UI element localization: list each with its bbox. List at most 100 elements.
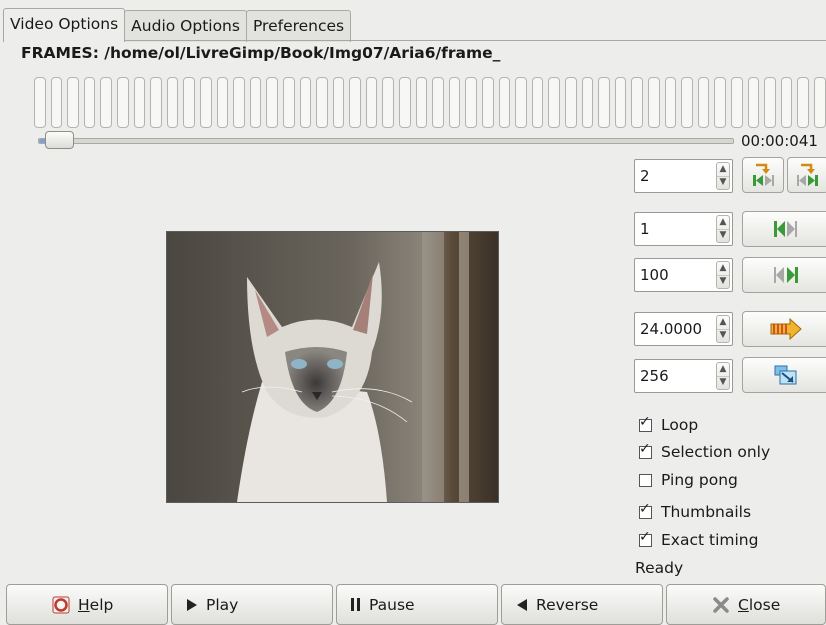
- go-last-frame-button[interactable]: [742, 257, 826, 293]
- checkbox-box[interactable]: [639, 473, 652, 487]
- thumbnail-cell[interactable]: [332, 77, 345, 128]
- thumbnail-cell[interactable]: [266, 77, 278, 128]
- range-from-arrows[interactable]: ▲ ▼: [716, 215, 730, 243]
- thumbnail-cell[interactable]: [531, 77, 544, 128]
- thumbnail-cell[interactable]: [565, 77, 577, 128]
- spin-down-icon[interactable]: ▼: [717, 376, 729, 389]
- range-from-spinbox[interactable]: 1 ▲ ▼: [634, 212, 733, 246]
- thumbnail-cell[interactable]: [133, 77, 146, 128]
- step-spinbox[interactable]: 2 ▲ ▼: [634, 159, 733, 193]
- checkbox-box[interactable]: ✓: [639, 415, 652, 432]
- thumbnail-cell[interactable]: [316, 77, 328, 128]
- checkbox-box[interactable]: ✓: [639, 442, 652, 459]
- thumbnail-cell[interactable]: [747, 77, 760, 128]
- play-button[interactable]: Play: [171, 584, 333, 625]
- thumbnail-cell[interactable]: [216, 77, 229, 128]
- thumbnail-cell[interactable]: [34, 77, 46, 128]
- thumbnail-cell[interactable]: [166, 77, 179, 128]
- checkmark-icon: ✓: [639, 413, 651, 430]
- thumbnail-cell[interactable]: [631, 77, 643, 128]
- thumbnail-cell[interactable]: [697, 77, 710, 128]
- pause-button[interactable]: Pause: [336, 584, 498, 625]
- thumbnail-cell[interactable]: [382, 77, 395, 128]
- step-arrows[interactable]: ▲ ▼: [716, 162, 730, 190]
- thumbnail-filmstrip[interactable]: [34, 77, 826, 128]
- thumbnail-cell[interactable]: [515, 77, 527, 128]
- speed-reset-button[interactable]: [742, 311, 826, 347]
- spin-down-icon[interactable]: ▼: [717, 176, 729, 189]
- last-frame-icon: [774, 267, 798, 283]
- reverse-button[interactable]: Reverse: [501, 584, 663, 625]
- close-button[interactable]: Close: [666, 584, 826, 625]
- size-spinbox[interactable]: 256 ▲ ▼: [634, 359, 733, 393]
- tab-audio-options[interactable]: Audio Options: [124, 10, 247, 42]
- thumbnail-cell[interactable]: [100, 77, 112, 128]
- thumbnail-cell[interactable]: [365, 77, 378, 128]
- thumbnail-cell[interactable]: [647, 77, 660, 128]
- thumbnail-cell[interactable]: [183, 77, 195, 128]
- thumbnail-cell[interactable]: [249, 77, 262, 128]
- tab-video-options[interactable]: Video Options: [3, 8, 126, 42]
- status-label: Ready: [635, 559, 684, 577]
- spin-down-icon[interactable]: ▼: [717, 329, 729, 342]
- checkbox-box[interactable]: ✓: [639, 530, 652, 547]
- thumbnail-cell[interactable]: [614, 77, 627, 128]
- spin-up-icon[interactable]: ▲: [717, 216, 729, 230]
- spin-up-icon[interactable]: ▲: [717, 363, 729, 377]
- spin-down-icon[interactable]: ▼: [717, 275, 729, 288]
- thumbnail-cell[interactable]: [730, 77, 743, 128]
- speed-arrow-icon: [770, 318, 802, 340]
- thumbnail-cell[interactable]: [349, 77, 361, 128]
- checkbox-box[interactable]: ✓: [639, 502, 652, 519]
- thumbnail-cell[interactable]: [548, 77, 560, 128]
- thumbnail-cell[interactable]: [681, 77, 693, 128]
- spin-up-icon[interactable]: ▲: [717, 262, 729, 276]
- size-arrows[interactable]: ▲ ▼: [716, 362, 730, 390]
- help-button[interactable]: Help: [6, 584, 168, 625]
- thumbnail-cell[interactable]: [482, 77, 494, 128]
- thumbnail-cell[interactable]: [432, 77, 444, 128]
- thumbnail-cell[interactable]: [282, 77, 295, 128]
- thumbnail-cell[interactable]: [233, 77, 245, 128]
- step-back-button[interactable]: [742, 157, 784, 193]
- selection-only-checkbox[interactable]: ✓ Selection only: [639, 442, 770, 461]
- thumbnail-cell[interactable]: [813, 77, 826, 128]
- thumbnail-cell[interactable]: [714, 77, 726, 128]
- thumbnail-cell[interactable]: [50, 77, 63, 128]
- thumbnail-cell[interactable]: [150, 77, 162, 128]
- thumbnail-cell[interactable]: [581, 77, 594, 128]
- thumbnail-cell[interactable]: [498, 77, 511, 128]
- thumbnail-cell[interactable]: [797, 77, 809, 128]
- go-first-frame-button[interactable]: [742, 211, 826, 247]
- thumbnail-cell[interactable]: [399, 77, 411, 128]
- speed-arrows[interactable]: ▲ ▼: [716, 315, 730, 343]
- thumbnail-cell[interactable]: [299, 77, 312, 128]
- thumbnail-cell[interactable]: [465, 77, 478, 128]
- spin-up-icon[interactable]: ▲: [717, 163, 729, 177]
- range-to-arrows[interactable]: ▲ ▼: [716, 261, 730, 289]
- thumbnail-cell[interactable]: [116, 77, 129, 128]
- thumbnail-cell[interactable]: [199, 77, 212, 128]
- speed-spinbox[interactable]: 24.0000 ▲ ▼: [634, 312, 733, 346]
- range-to-spinbox[interactable]: 100 ▲ ▼: [634, 258, 733, 292]
- thumbnail-cell[interactable]: [780, 77, 793, 128]
- thumbnail-cell[interactable]: [67, 77, 79, 128]
- resize-preview-button[interactable]: [742, 357, 826, 393]
- spin-down-icon[interactable]: ▼: [717, 229, 729, 242]
- loop-checkbox[interactable]: ✓ Loop: [639, 415, 698, 434]
- thumbnail-cell[interactable]: [83, 77, 96, 128]
- spin-up-icon[interactable]: ▲: [717, 316, 729, 330]
- thumbnail-cell[interactable]: [415, 77, 428, 128]
- exact-timing-checkbox[interactable]: ✓ Exact timing: [639, 530, 758, 549]
- thumbnail-cell[interactable]: [664, 77, 677, 128]
- thumbnail-cell[interactable]: [764, 77, 776, 128]
- tab-preferences[interactable]: Preferences: [245, 10, 352, 42]
- position-slider-handle[interactable]: [45, 131, 74, 149]
- thumbnail-cell[interactable]: [598, 77, 610, 128]
- position-slider-track[interactable]: [38, 138, 734, 144]
- reverse-label: Reverse: [536, 595, 599, 614]
- step-forward-button[interactable]: [787, 157, 826, 193]
- thumbnails-checkbox[interactable]: ✓ Thumbnails: [639, 502, 751, 521]
- ping-pong-checkbox[interactable]: Ping pong: [639, 471, 738, 489]
- thumbnail-cell[interactable]: [448, 77, 461, 128]
